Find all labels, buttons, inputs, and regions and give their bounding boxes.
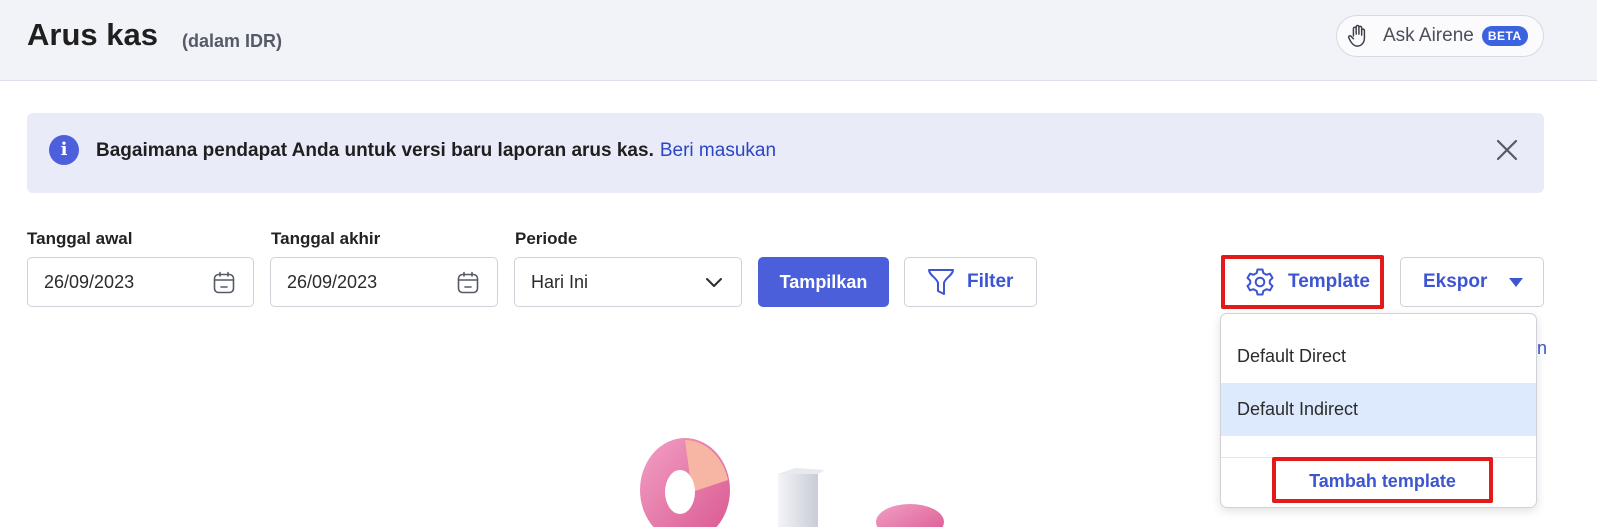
start-date-input[interactable]: 26/09/2023 [27,257,254,307]
close-icon[interactable] [1496,139,1518,161]
period-value: Hari Ini [531,271,589,292]
filter-icon [928,269,954,295]
calendar-icon[interactable] [456,271,480,295]
banner-text: Bagaimana pendapat Anda untuk versi baru… [96,140,776,162]
start-date-value: 26/09/2023 [44,271,135,292]
add-template-button[interactable]: Tambah template [1272,457,1493,503]
ask-airene-button[interactable]: Ask Airene BETA [1336,15,1544,57]
caret-down-icon [1509,277,1524,287]
filter-label: Filter [967,271,1014,292]
template-option-default-direct[interactable]: Default Direct [1221,330,1536,383]
calendar-icon[interactable] [212,271,236,295]
export-button[interactable]: Ekspor [1400,257,1544,307]
empty-state-illustration [640,438,944,527]
partial-link[interactable]: n [1537,338,1547,359]
end-date-input[interactable]: 26/09/2023 [270,257,498,307]
end-date-label: Tanggal akhir [271,229,381,248]
info-icon: i [49,135,79,165]
template-option-default-indirect[interactable]: Default Indirect [1221,383,1536,436]
feedback-link[interactable]: Beri masukan [660,140,776,161]
period-select[interactable]: Hari Ini [514,257,742,307]
filter-button[interactable]: Filter [904,257,1037,307]
chevron-down-icon [706,278,722,287]
export-label: Ekspor [1423,271,1488,292]
start-date-label: Tanggal awal [27,229,133,248]
end-date-value: 26/09/2023 [287,271,378,292]
template-dropdown: Default Direct Default Indirect Tambah t… [1220,313,1537,508]
feedback-banner: i Bagaimana pendapat Anda untuk versi ba… [27,113,1544,193]
template-label: Template [1288,271,1371,292]
template-button[interactable]: Template [1221,255,1384,309]
ask-airene-label: Ask Airene [1383,25,1474,46]
banner-message: Bagaimana pendapat Anda untuk versi baru… [96,140,654,161]
hand-wave-icon [1347,24,1366,47]
page-subtitle: (dalam IDR) [182,31,283,51]
period-label: Periode [515,229,578,248]
beta-badge: BETA [1481,26,1528,46]
page-title: Arus kas [27,17,158,52]
page-header: Arus kas (dalam IDR) Ask Airene BETA [0,0,1597,81]
show-button[interactable]: Tampilkan [758,257,889,307]
gear-icon [1246,268,1274,296]
